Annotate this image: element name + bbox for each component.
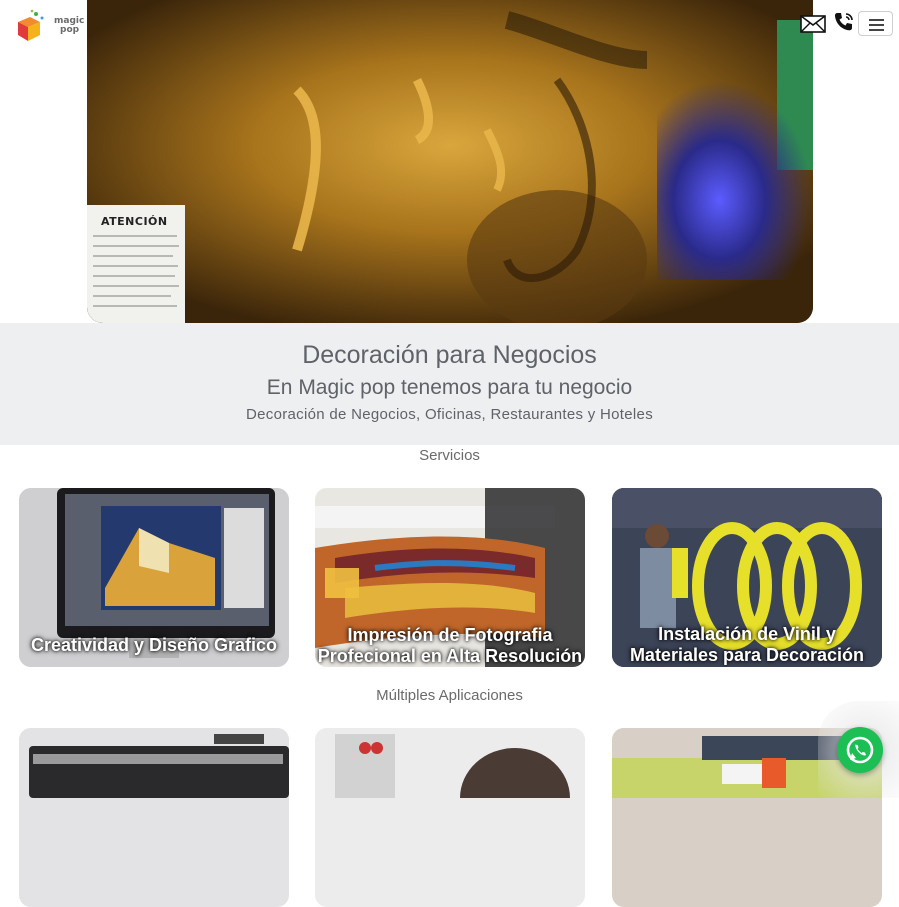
hamburger-line [869,19,884,21]
service-card-label: Instalación de Vinil y Materiales para D… [629,624,865,665]
banner-photo [315,728,585,798]
plotter-photo [19,728,289,798]
intro-tagline: Decoración de Negocios, Oficinas, Restau… [246,406,653,423]
site-header: magic pop [0,0,899,60]
intro-band: Decoración para Negocios En Magic pop te… [0,323,899,445]
logo-line-2: pop [60,25,80,35]
notice-text-line [93,245,179,247]
envelope-icon[interactable] [800,15,826,33]
notice-text-line [93,305,177,307]
whatsapp-button[interactable] [837,727,883,773]
phone-icon[interactable] [833,11,855,33]
intro-subtitle: En Magic pop tenemos para tu negocio [266,376,633,399]
applications-heading: Múltiples Aplicaciones [376,687,523,704]
logo-text: magic pop [54,17,84,35]
application-card-banner[interactable] [315,728,585,907]
notice-text-line [93,275,175,277]
hero-notice-sign: ATENCIÓN [87,205,185,323]
service-card-installation[interactable]: Instalación de Vinil y Materiales para D… [612,488,882,667]
notice-text-line [93,265,178,267]
hero-notice-title: ATENCIÓN [101,215,168,228]
whatsapp-icon [846,736,874,764]
notice-text-line [93,285,179,287]
hero-blue-light [657,80,813,280]
service-card-design[interactable]: Creatividad y Diseño Grafico [19,488,289,667]
intro-title: Decoración para Negocios [302,341,597,369]
magic-pop-logo[interactable]: magic pop [12,8,84,44]
service-card-printing[interactable]: Impresión de Fotografia Profecional en A… [315,488,585,667]
notice-text-line [93,235,177,237]
application-card-cutter[interactable] [19,728,289,907]
hamburger-line [869,29,884,31]
hamburger-line [869,24,884,26]
logo-cube-icon [18,9,44,41]
notice-text-line [93,255,173,257]
notice-text-line [93,295,171,297]
service-card-label: Creatividad y Diseño Grafico [30,635,278,655]
hamburger-menu-button[interactable] [858,11,893,36]
service-card-label: Impresión de Fotografia Profecional en A… [317,625,583,666]
services-heading: Servicios [419,447,480,464]
